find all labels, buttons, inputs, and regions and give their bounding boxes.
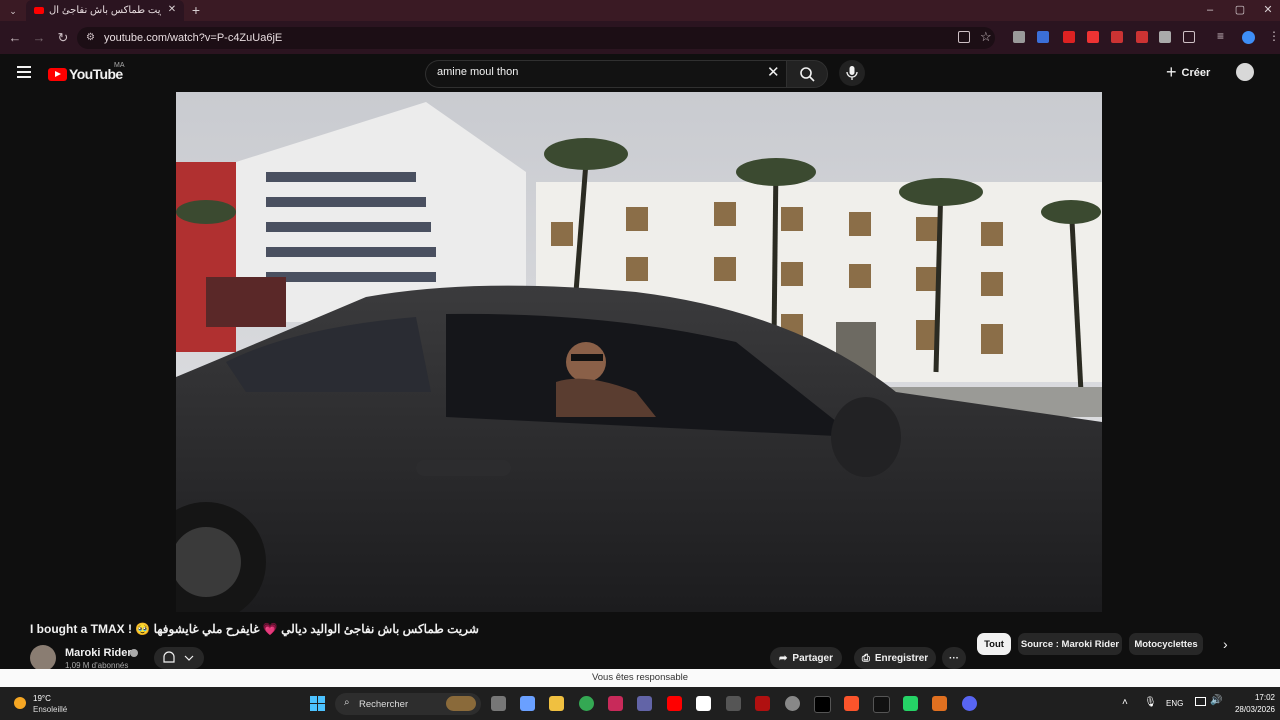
extension-youtube-icon[interactable] — [1087, 31, 1099, 43]
new-tab-icon[interactable]: + — [188, 2, 204, 18]
search-button[interactable] — [786, 60, 828, 88]
share-label: Partager — [792, 652, 833, 664]
create-button[interactable]: + Créer — [1166, 62, 1210, 83]
close-window-button[interactable]: ✕ — [1256, 2, 1280, 18]
extension-audio-icon[interactable] — [1037, 31, 1049, 43]
reading-list-icon[interactable]: ≡ — [1217, 29, 1224, 43]
video-frame — [146, 92, 1102, 622]
chip-all[interactable]: Tout — [977, 633, 1011, 655]
site-info-icon[interactable]: ⚙ — [86, 32, 95, 43]
file-explorer-icon[interactable] — [549, 696, 564, 711]
tab-close-icon[interactable]: ✕ — [165, 3, 179, 17]
save-icon: ⎙ — [861, 652, 870, 664]
clock-time[interactable]: 17:02 — [1225, 693, 1275, 702]
account-avatar[interactable] — [1236, 63, 1254, 81]
clear-search-icon[interactable]: ✕ — [767, 63, 780, 81]
youtube-play-icon — [48, 67, 67, 81]
video-title: I bought a TMAX ! 🥹 شريت طماكس باش نفاجئ… — [30, 622, 479, 636]
profile-avatar-icon[interactable] — [1242, 31, 1255, 44]
copilot-icon[interactable] — [520, 696, 535, 711]
app-a-icon[interactable] — [608, 696, 623, 711]
bell-icon — [163, 651, 194, 663]
brave-icon[interactable] — [844, 696, 859, 711]
weather-condition: Ensoleillé — [33, 705, 68, 714]
more-actions-button[interactable]: ··· — [942, 647, 966, 669]
youtube-taskbar-icon[interactable] — [667, 696, 682, 711]
app-red-icon[interactable] — [755, 696, 770, 711]
whatsapp-icon[interactable] — [903, 696, 918, 711]
search-icon — [800, 67, 815, 82]
extension-badge-1-icon[interactable] — [1111, 31, 1123, 43]
voice-search-button[interactable] — [839, 60, 865, 86]
create-label: Créer — [1181, 66, 1211, 79]
tray-overflow-icon[interactable]: ˄ — [1122, 697, 1128, 708]
channel-avatar[interactable] — [30, 645, 56, 671]
channel-name[interactable]: Maroki Rider — [65, 647, 132, 659]
chip-motorcycles[interactable]: Motocyclettes — [1129, 633, 1203, 655]
browser-menu-icon[interactable]: ⋮ — [1268, 29, 1280, 43]
plus-icon: + — [1166, 62, 1177, 82]
discord-icon[interactable] — [962, 696, 977, 711]
taskbar-search-label: Rechercher — [359, 699, 409, 710]
search-input[interactable]: amine moul thon — [437, 66, 518, 78]
bookmark-star-icon[interactable]: ☆ — [980, 29, 992, 45]
xm-app-icon[interactable] — [814, 696, 831, 713]
country-code: MA — [114, 62, 125, 69]
tab-search-chevron-icon[interactable]: ⌄ — [5, 3, 21, 19]
chips-next-icon[interactable]: › — [1223, 636, 1228, 652]
weather-temperature: 19°C — [33, 694, 51, 703]
url-text: youtube.com/watch?v=P-c4ZuUa6jE — [104, 32, 283, 44]
minimize-button[interactable]: – — [1198, 2, 1222, 18]
youtube-logo[interactable]: YouTube — [48, 66, 123, 82]
extension-puzzle-grey-icon[interactable] — [1159, 31, 1171, 43]
extension-badge-1b-icon[interactable] — [1136, 31, 1148, 43]
hamburger-menu-icon[interactable] — [17, 66, 31, 78]
chrome-icon[interactable] — [579, 696, 594, 711]
browser-tab[interactable]: شريت طماكس باش نفاجئ ال... — [26, 0, 184, 21]
tray-mic-icon[interactable]: 🎙 — [1144, 697, 1157, 708]
back-icon[interactable]: ← — [6, 29, 24, 47]
extensions-puzzle-icon[interactable] — [1183, 31, 1195, 43]
app-orange-icon[interactable] — [932, 696, 947, 711]
save-label: Enregistrer — [874, 652, 929, 664]
notification-bell-button[interactable] — [154, 647, 204, 669]
volume-icon[interactable]: 🔊 — [1210, 695, 1222, 706]
taskbar-search-icon: ⌕ — [344, 697, 350, 708]
teams-icon[interactable] — [637, 696, 652, 711]
reload-icon[interactable]: ↻ — [54, 29, 72, 47]
microphone-icon — [846, 66, 858, 80]
chrome-alt-icon[interactable] — [785, 696, 800, 711]
fn-app-icon[interactable] — [696, 696, 711, 711]
clock-date[interactable]: 28/03/2026 — [1225, 705, 1275, 714]
task-view-icon[interactable] — [491, 696, 506, 711]
forward-icon[interactable]: → — [30, 29, 48, 47]
youtube-favicon-icon — [34, 7, 44, 14]
verified-check-icon — [130, 649, 138, 657]
app-shield-icon[interactable] — [726, 696, 741, 711]
weather-sun-icon[interactable] — [14, 697, 26, 709]
search-highlight-icon — [446, 696, 476, 711]
save-button[interactable]: ⎙ Enregistrer — [854, 647, 936, 669]
start-button[interactable] — [310, 696, 326, 712]
maximize-button[interactable]: ▢ — [1228, 2, 1252, 18]
share-button[interactable]: ➦ Partager — [770, 647, 842, 669]
extension-badge-10-icon[interactable] — [1063, 31, 1075, 43]
network-icon[interactable] — [1195, 697, 1206, 706]
install-app-icon[interactable] — [958, 31, 970, 43]
language-indicator[interactable]: ENG — [1166, 699, 1183, 708]
chip-source[interactable]: Source : Maroki Rider — [1018, 633, 1122, 655]
tradingview-icon[interactable] — [873, 696, 890, 713]
share-icon: ➦ — [779, 652, 788, 664]
tab-title: شريت طماكس باش نفاجئ ال... — [49, 5, 161, 16]
extension-m-icon[interactable] — [1013, 31, 1025, 43]
video-player[interactable] — [146, 92, 1102, 622]
info-banner: Vous êtes responsable — [0, 669, 1280, 687]
